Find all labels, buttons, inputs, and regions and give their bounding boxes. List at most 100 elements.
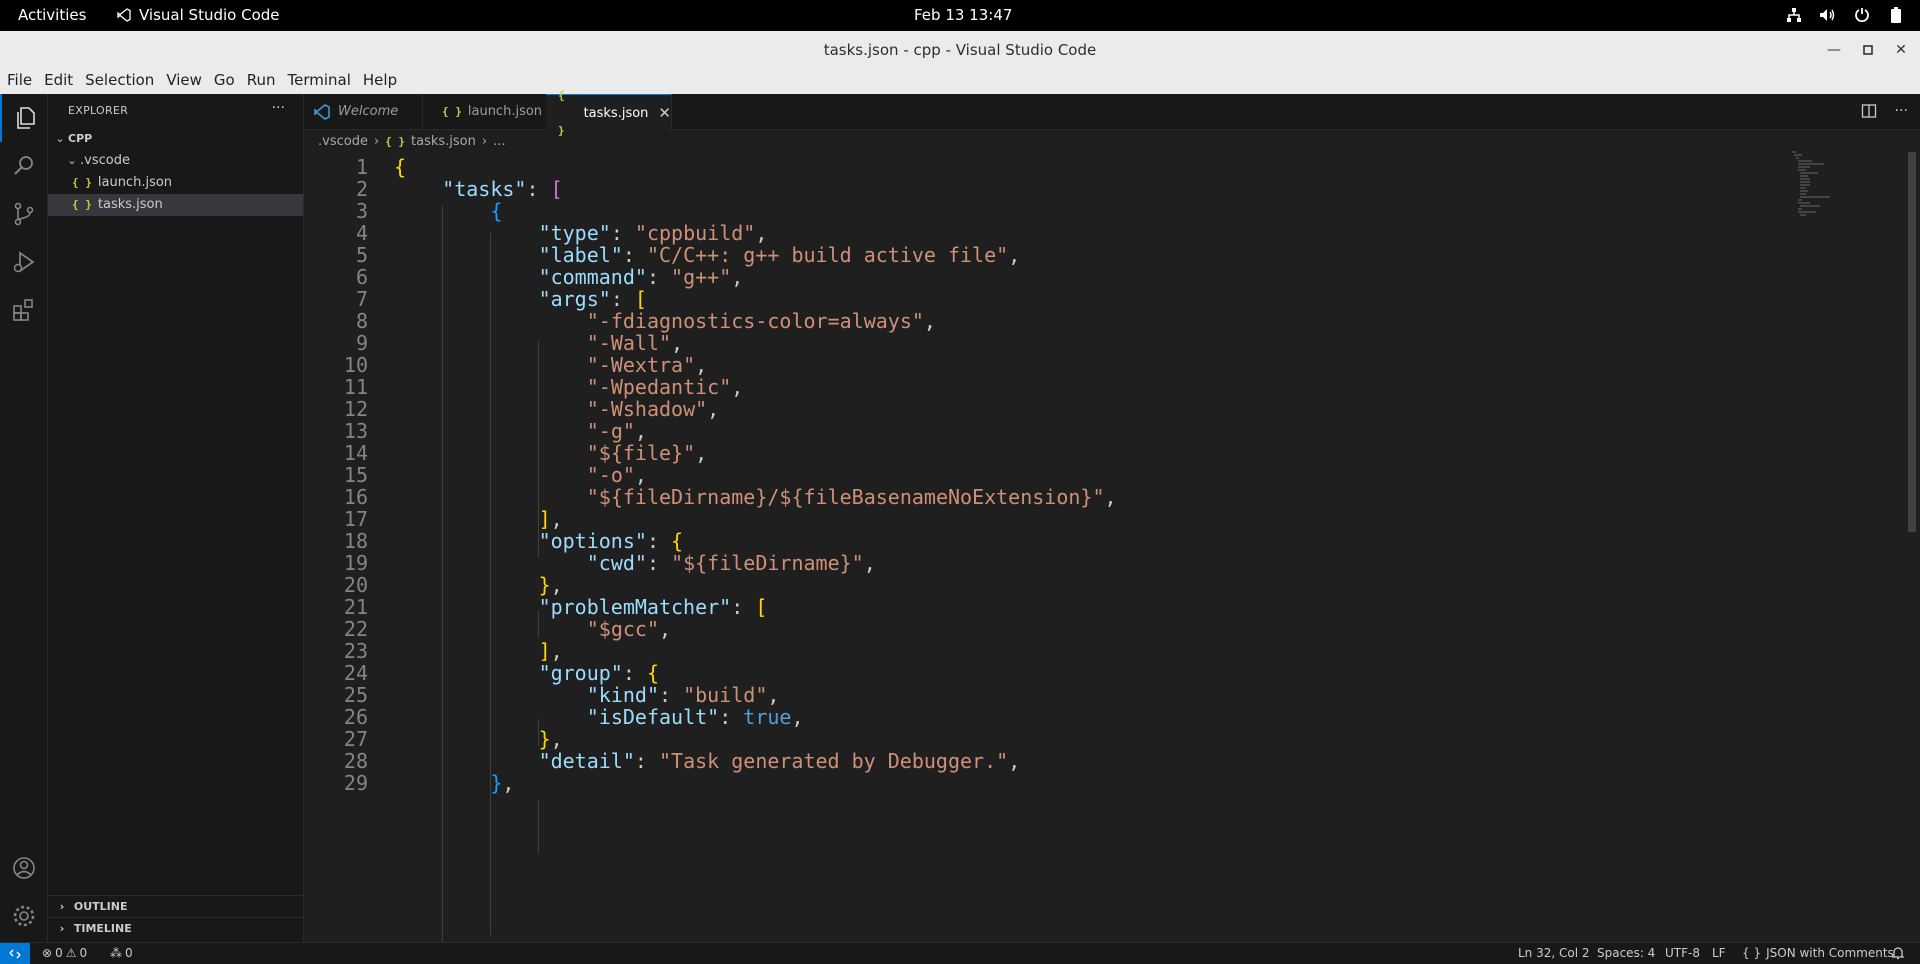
tree-file-launch[interactable]: { } launch.json <box>48 172 303 194</box>
line-number: 29 <box>343 771 368 795</box>
menu-selection[interactable]: Selection <box>78 68 159 94</box>
activities-button[interactable]: Activities <box>18 6 86 24</box>
system-top-bar: Activities Visual Studio Code Feb 13 13:… <box>0 0 1920 31</box>
menu-go[interactable]: Go <box>207 68 240 94</box>
remote-indicator[interactable] <box>0 943 30 964</box>
indentation[interactable]: Spaces: 4 <box>1597 946 1655 960</box>
encoding[interactable]: UTF-8 <box>1665 946 1700 960</box>
tab-label: Welcome <box>338 104 399 119</box>
run-debug-icon[interactable] <box>0 238 47 286</box>
maximize-icon <box>1863 45 1873 55</box>
folder-label: .vscode <box>80 153 130 168</box>
status-bar: ⊗ 0 ⚠ 0 ⁂ 0 Ln 32, Col 2 Spaces: 4 UTF-8… <box>0 942 1920 964</box>
cursor-position[interactable]: Ln 32, Col 2 <box>1518 946 1590 960</box>
language-label: JSON with Comments <box>1766 946 1894 960</box>
vscode-icon <box>314 103 330 120</box>
system-tray[interactable] <box>1784 5 1906 25</box>
editor-tabs: Welcome { } launch.json { } tasks.json ✕… <box>304 89 1920 137</box>
chevron-right-icon: › <box>59 922 65 935</box>
source-control-icon[interactable] <box>0 190 47 238</box>
braces-icon: { } <box>1742 946 1762 960</box>
tab-launch-json[interactable]: { } launch.json <box>422 94 547 129</box>
chevron-right-icon: › <box>59 900 65 913</box>
editor-actions: ··· <box>1861 103 1908 123</box>
minimize-button[interactable]: — <box>1821 37 1847 63</box>
json-file-icon: { } <box>72 176 92 189</box>
explorer-sidebar: EXPLORER ··· ⌄ CPP ⌄ .vscode { } launch.… <box>48 94 304 942</box>
account-icon[interactable] <box>0 844 47 892</box>
maximize-button[interactable] <box>1855 37 1881 63</box>
tab-welcome[interactable]: Welcome <box>304 94 423 129</box>
breadcrumb-symbol[interactable]: ... <box>493 134 505 149</box>
tree-file-tasks[interactable]: { } tasks.json <box>48 194 303 216</box>
split-editor-icon[interactable] <box>1861 103 1877 123</box>
window-title: tasks.json - cpp - Visual Studio Code <box>823 41 1097 59</box>
menu-bar: File Edit Selection View Go Run Terminal… <box>0 68 1920 94</box>
chevron-right-icon: › <box>481 133 488 149</box>
breadcrumb-file[interactable]: tasks.json <box>411 134 476 149</box>
power-icon <box>1852 5 1872 25</box>
error-icon: ⊗ <box>42 946 53 960</box>
indent-guide <box>538 800 539 854</box>
menu-run[interactable]: Run <box>240 68 281 94</box>
outline-section[interactable]: › OUTLINE <box>48 895 303 918</box>
code-text: }, <box>490 771 515 795</box>
tab-label: launch.json <box>467 104 543 119</box>
explorer-more-icon[interactable]: ··· <box>272 100 285 116</box>
volume-icon <box>1818 5 1838 25</box>
timeline-section[interactable]: › TIMELINE <box>48 917 303 940</box>
close-icon[interactable]: ✕ <box>658 96 671 131</box>
menu-edit[interactable]: Edit <box>37 68 78 94</box>
app-menu[interactable]: Visual Studio Code <box>117 6 280 24</box>
breadcrumb-folder[interactable]: .vscode <box>318 134 368 149</box>
chevron-down-icon: ⌄ <box>67 154 77 167</box>
language-mode[interactable]: { } JSON with Comments <box>1742 946 1894 960</box>
search-icon[interactable] <box>0 142 47 190</box>
error-count: 0 <box>55 946 63 960</box>
file-label: launch.json <box>97 175 173 190</box>
more-icon[interactable]: ··· <box>1895 103 1908 123</box>
settings-gear-icon[interactable] <box>0 892 47 940</box>
json-file-icon: { } <box>442 105 462 118</box>
json-file-icon: { } <box>72 198 92 211</box>
vscode-icon <box>117 8 131 22</box>
warning-count: 0 <box>79 946 88 960</box>
app-name: Visual Studio Code <box>139 6 280 24</box>
battery-icon <box>1886 5 1906 25</box>
ports-indicator[interactable]: ⁂ 0 <box>110 946 133 960</box>
code-editor[interactable]: 1{2 "tasks": [3 {4 "type": "cppbuild", 5 … <box>304 152 1920 942</box>
problems-indicator[interactable]: ⊗ 0 ⚠ 0 <box>42 946 87 960</box>
chevron-right-icon: › <box>373 133 380 149</box>
explorer-header: EXPLORER <box>68 104 129 117</box>
tree-root-cpp[interactable]: ⌄ CPP <box>48 128 303 150</box>
window-title-bar[interactable]: tasks.json - cpp - Visual Studio Code — … <box>0 31 1920 68</box>
chevron-down-icon: ⌄ <box>55 132 65 145</box>
ports-count: 0 <box>125 946 133 960</box>
broadcast-icon: ⁂ <box>110 946 122 960</box>
network-icon <box>1784 5 1804 25</box>
menu-view[interactable]: View <box>159 68 207 94</box>
json-file-icon: { } <box>385 134 406 148</box>
menu-help[interactable]: Help <box>356 68 402 94</box>
breadcrumb: .vscode › { } tasks.json › ... <box>318 130 506 152</box>
menu-terminal[interactable]: Terminal <box>281 68 356 94</box>
extensions-icon[interactable] <box>0 286 47 334</box>
bell-icon[interactable] <box>1891 946 1905 963</box>
clock[interactable]: Feb 13 13:47 <box>914 6 1012 24</box>
scrollbar-thumb[interactable] <box>1908 152 1916 532</box>
outline-label: OUTLINE <box>73 900 128 913</box>
explorer-icon[interactable] <box>0 94 49 142</box>
json-file-icon: { } <box>558 89 565 137</box>
end-of-line[interactable]: LF <box>1712 946 1726 960</box>
file-label: tasks.json <box>97 197 163 212</box>
menu-file[interactable]: File <box>0 68 37 94</box>
tree-folder-vscode[interactable]: ⌄ .vscode <box>48 150 303 172</box>
window-close-button[interactable]: ✕ <box>1888 37 1914 63</box>
remote-icon <box>9 948 21 959</box>
tab-tasks-json[interactable]: { } tasks.json ✕ <box>546 89 672 137</box>
tab-label: tasks.json <box>583 105 649 121</box>
activity-bar <box>0 94 48 942</box>
minimap[interactable] <box>1790 150 1850 220</box>
warning-icon: ⚠ <box>65 946 77 960</box>
root-folder-label: CPP <box>68 132 93 145</box>
